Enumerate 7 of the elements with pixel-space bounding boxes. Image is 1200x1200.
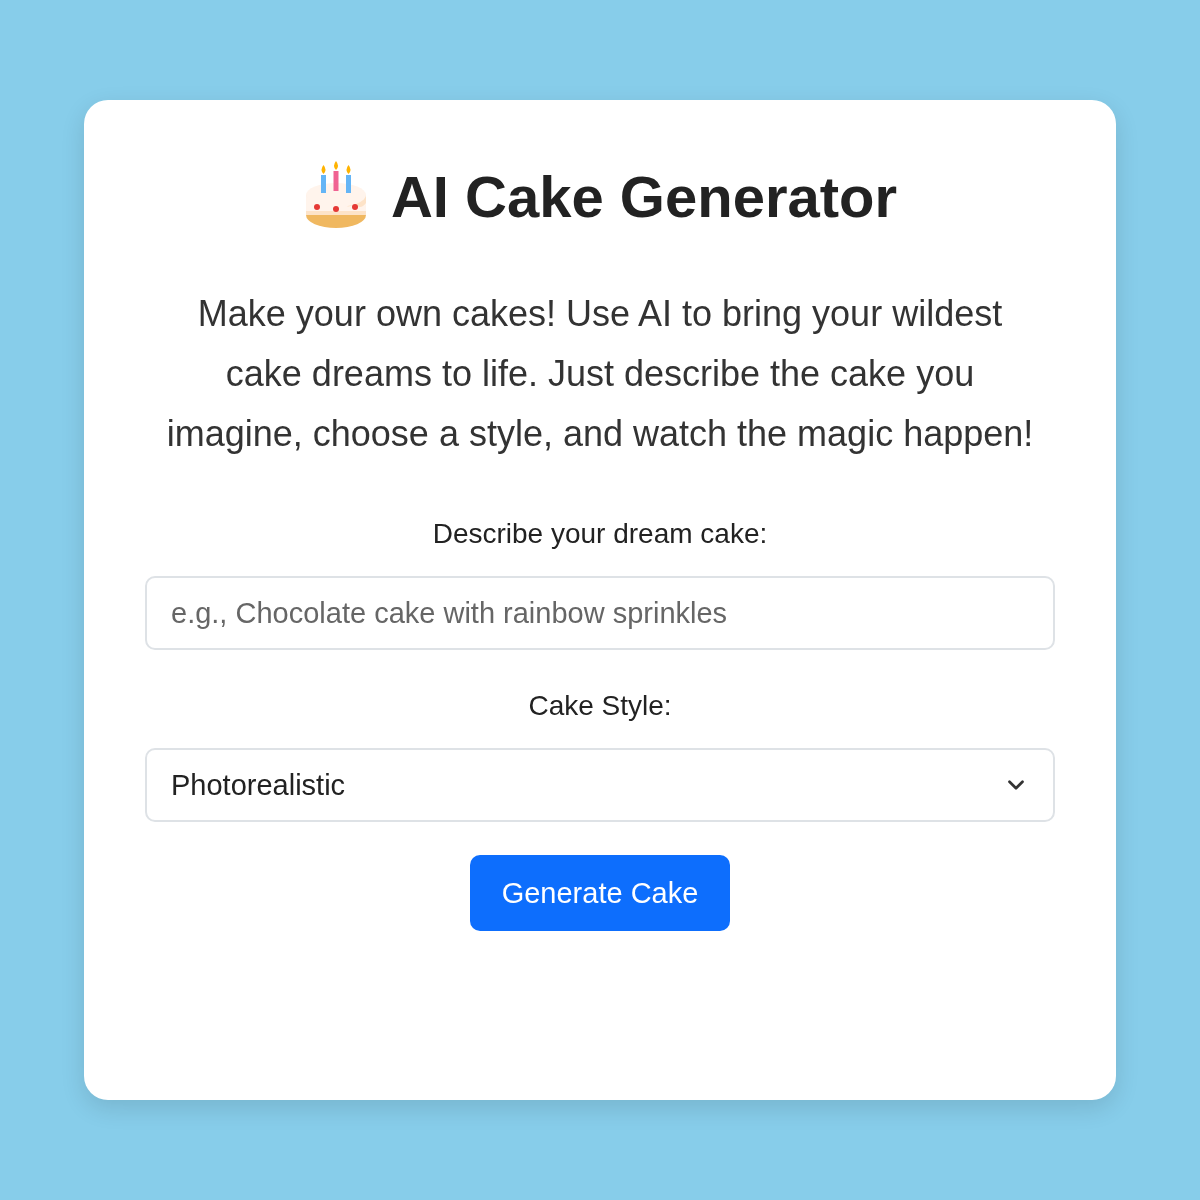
description-text: Make your own cakes! Use AI to bring your wildest cake dreams to life. Just describe the cake you imagine, choose a style, and watch the magic happen! (165, 292, 1035, 456)
generate-button[interactable]: Generate Cake (470, 855, 730, 931)
style-dropdown[interactable]: Photorealistic (145, 748, 1055, 822)
page-title: AI Cake Generator (390, 162, 898, 230)
field-label: Describe your dream cake: (432, 517, 768, 551)
field-label: Cake Style: (528, 689, 672, 723)
input-field[interactable]: e.g., Chocolate cake with rainbow sprinkles (145, 576, 1055, 650)
